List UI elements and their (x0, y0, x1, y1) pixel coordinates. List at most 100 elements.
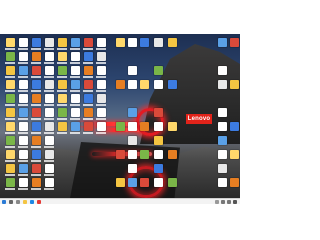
desktop-icon[interactable] (45, 164, 54, 173)
desktop-icon[interactable] (230, 122, 239, 131)
desktop-icon[interactable] (71, 66, 80, 75)
desktop-icon[interactable] (32, 164, 41, 173)
desktop-icon[interactable] (32, 136, 41, 145)
desktop-icon[interactable] (71, 80, 80, 89)
task-view-icon[interactable] (16, 199, 20, 204)
desktop-icon[interactable] (71, 94, 80, 103)
desktop-icon[interactable] (19, 164, 28, 173)
desktop-icon[interactable] (97, 80, 106, 89)
desktop-icon[interactable] (6, 80, 15, 89)
desktop-icon[interactable] (128, 108, 137, 117)
desktop-icon[interactable] (45, 66, 54, 75)
desktop-icon[interactable] (19, 122, 28, 131)
desktop-icon[interactable] (154, 66, 163, 75)
desktop-icon[interactable] (45, 136, 54, 145)
desktop-icon[interactable] (45, 150, 54, 159)
browser-icon[interactable] (30, 199, 34, 204)
desktop-icon[interactable] (58, 94, 67, 103)
desktop-icon[interactable] (168, 38, 177, 47)
desktop-icon[interactable] (97, 52, 106, 61)
desktop-icon[interactable] (128, 38, 137, 47)
desktop-icon[interactable] (218, 164, 227, 173)
desktop-icon[interactable] (218, 178, 227, 187)
desktop-icon[interactable] (19, 108, 28, 117)
desktop-icon[interactable] (58, 122, 67, 131)
desktop-icon[interactable] (154, 164, 163, 173)
desktop-icon[interactable] (168, 80, 177, 89)
desktop-icon[interactable] (154, 38, 163, 47)
desktop-icon[interactable] (168, 122, 177, 131)
volume-icon[interactable] (227, 200, 231, 204)
desktop-icon[interactable] (6, 38, 15, 47)
desktop-icon[interactable] (58, 108, 67, 117)
desktop-icon[interactable] (128, 164, 137, 173)
desktop-icon[interactable] (230, 150, 239, 159)
file-explorer-icon[interactable] (23, 199, 27, 204)
desktop-icon[interactable] (45, 122, 54, 131)
desktop-icon[interactable] (19, 66, 28, 75)
desktop-icon[interactable] (218, 108, 227, 117)
desktop-icon[interactable] (140, 122, 149, 131)
start-icon[interactable] (2, 199, 6, 204)
desktop-icon[interactable] (6, 164, 15, 173)
desktop-icon[interactable] (97, 38, 106, 47)
desktop-icon[interactable] (71, 108, 80, 117)
desktop-icon[interactable] (6, 108, 15, 117)
network-icon[interactable] (221, 200, 225, 204)
desktop-icon[interactable] (218, 150, 227, 159)
desktop-icon[interactable] (218, 66, 227, 75)
desktop-icon[interactable] (97, 122, 106, 131)
desktop-icon[interactable] (32, 38, 41, 47)
desktop-icon[interactable] (168, 178, 177, 187)
desktop-icon[interactable] (45, 80, 54, 89)
desktop-icon[interactable] (218, 38, 227, 47)
desktop-icon[interactable] (58, 38, 67, 47)
desktop-icon[interactable] (168, 150, 177, 159)
desktop-icon[interactable] (97, 94, 106, 103)
desktop-icon[interactable] (6, 66, 15, 75)
desktop-icon[interactable] (218, 80, 227, 89)
desktop-icon[interactable] (128, 122, 137, 131)
desktop-icon[interactable] (97, 66, 106, 75)
desktop-icon[interactable] (128, 66, 137, 75)
desktop-icon[interactable] (116, 122, 125, 131)
tray-up-arrow-icon[interactable] (215, 200, 219, 204)
desktop-icon[interactable] (230, 38, 239, 47)
desktop-icon[interactable] (58, 52, 67, 61)
desktop-icon[interactable] (84, 122, 93, 131)
desktop-icon[interactable] (32, 150, 41, 159)
desktop-icon[interactable] (6, 52, 15, 61)
desktop-icon[interactable] (116, 150, 125, 159)
desktop-icon[interactable] (32, 108, 41, 117)
desktop-icon[interactable] (140, 38, 149, 47)
desktop-icon[interactable] (19, 38, 28, 47)
desktop-icon[interactable] (154, 108, 163, 117)
desktop-icon[interactable] (58, 80, 67, 89)
desktop-icon[interactable] (218, 136, 227, 145)
desktop-icon[interactable] (19, 80, 28, 89)
desktop-icon[interactable] (116, 178, 125, 187)
desktop-icon[interactable] (71, 122, 80, 131)
notification-icon[interactable] (233, 200, 237, 204)
desktop-icon[interactable] (6, 122, 15, 131)
desktop-icon[interactable] (45, 52, 54, 61)
desktop-icon[interactable] (45, 108, 54, 117)
desktop-icon[interactable] (116, 38, 125, 47)
desktop-icon[interactable] (84, 80, 93, 89)
desktop-icon[interactable] (140, 150, 149, 159)
desktop-icon[interactable] (71, 38, 80, 47)
desktop-icon[interactable] (84, 66, 93, 75)
desktop-icon[interactable] (84, 52, 93, 61)
desktop-icon[interactable] (154, 80, 163, 89)
desktop-icon[interactable] (6, 178, 15, 187)
desktop-icon[interactable] (32, 122, 41, 131)
desktop-icon[interactable] (140, 178, 149, 187)
desktop-icon[interactable] (6, 150, 15, 159)
desktop-icon[interactable] (154, 178, 163, 187)
desktop-icon[interactable] (97, 108, 106, 117)
desktop-icon[interactable] (6, 136, 15, 145)
desktop-icon[interactable] (6, 94, 15, 103)
desktop-icon[interactable] (84, 108, 93, 117)
desktop-icon[interactable] (84, 38, 93, 47)
desktop-icon[interactable] (128, 136, 137, 145)
